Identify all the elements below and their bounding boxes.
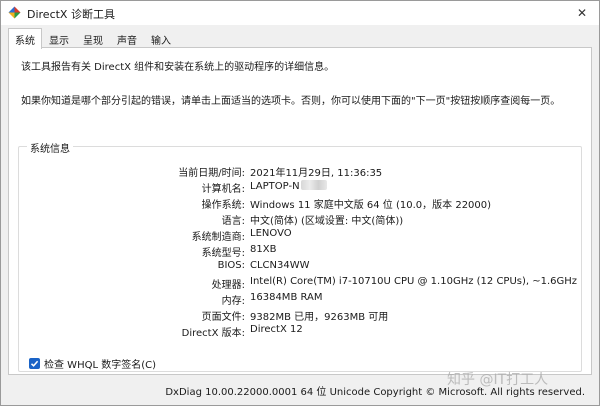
info-label: 内存:: [221, 296, 245, 307]
info-label: 操作系统:: [201, 200, 245, 211]
info-value: LAPTOP-N: [250, 181, 300, 192]
intro-text-2: 如果你知道是哪个部分引起的错误，请单击上面适当的选项卡。否则，你可以使用下面的"…: [21, 96, 561, 107]
whql-checkbox-label: 检查 WHQL 数字签名(C): [44, 359, 156, 371]
tab-system[interactable]: 系统: [8, 28, 42, 49]
info-label: 系统制造商:: [191, 232, 245, 243]
tab-render[interactable]: 呈现: [77, 31, 109, 48]
system-info-group: 系统信息 当前日期/时间: 2021年11月29日, 11:36:35 计算机名…: [18, 140, 582, 372]
system-tab-panel: 该工具报告有关 DirectX 组件和安装在系统上的驱动程序的详细信息。 如果你…: [8, 47, 592, 375]
close-icon: ✕: [576, 6, 588, 20]
info-row-model: 系统型号: 81XB: [19, 244, 579, 259]
directx-app-icon: [8, 6, 21, 19]
info-value: 中文(简体) (区域设置: 中文(简体)): [250, 216, 404, 227]
info-row-os: 操作系统: Windows 11 家庭中文版 64 位 (10.0，版本 220…: [19, 196, 579, 211]
info-value-wrap: LAPTOP-N: [250, 180, 327, 192]
close-button[interactable]: ✕: [571, 3, 593, 23]
redacted-blur: [300, 180, 327, 190]
info-row-datetime: 当前日期/时间: 2021年11月29日, 11:36:35: [19, 164, 579, 179]
info-value: 81XB: [250, 244, 277, 255]
checkbox-checked-icon[interactable]: [29, 357, 40, 369]
info-row-memory: 内存: 16384MB RAM: [19, 292, 579, 307]
info-value: CLCN34WW: [250, 260, 310, 271]
info-row-page-file: 页面文件: 9382MB 已用，9263MB 可用: [19, 308, 579, 323]
info-value: 16384MB RAM: [250, 292, 323, 303]
info-row-processor: 处理器: Intel(R) Core(TM) i7-10710U CPU @ 1…: [19, 276, 579, 291]
info-row-computer-name: 计算机名: LAPTOP-N: [19, 180, 579, 195]
info-value: Windows 11 家庭中文版 64 位 (10.0，版本 22000): [250, 200, 492, 211]
info-row-bios: BIOS: CLCN34WW: [19, 260, 579, 274]
info-row-manufacturer: 系统制造商: LENOVO: [19, 228, 579, 243]
info-label: 处理器:: [211, 280, 245, 291]
info-value: 9382MB 已用，9263MB 可用: [250, 312, 389, 323]
info-row-language: 语言: 中文(简体) (区域设置: 中文(简体)): [19, 212, 579, 227]
info-label: DirectX 版本:: [181, 328, 245, 339]
dxdiag-window: DirectX 诊断工具 ✕ 系统 显示 呈现 声音 输入 该工具报告有关 Di…: [0, 0, 600, 406]
info-label: BIOS:: [217, 260, 245, 271]
info-value: 2021年11月29日, 11:36:35: [250, 168, 383, 179]
info-label: 系统型号:: [201, 248, 245, 259]
tab-display[interactable]: 显示: [43, 31, 75, 48]
system-info-legend: 系统信息: [27, 140, 73, 155]
info-label: 计算机名:: [201, 184, 245, 195]
info-value: DirectX 12: [250, 324, 303, 335]
window-title: DirectX 诊断工具: [27, 8, 115, 21]
info-value: LENOVO: [250, 228, 292, 239]
whql-checkbox[interactable]: 检查 WHQL 数字签名(C): [29, 356, 156, 371]
title-bar[interactable]: DirectX 诊断工具 ✕: [1, 1, 599, 25]
tab-bar: 系统 显示 呈现 声音 输入: [1, 28, 599, 49]
checkmark-icon: [30, 360, 39, 367]
info-value: Intel(R) Core(TM) i7-10710U CPU @ 1.10GH…: [250, 276, 578, 287]
intro-text-1: 该工具报告有关 DirectX 组件和安装在系统上的驱动程序的详细信息。: [21, 62, 335, 73]
footer-version-copyright: DxDiag 10.00.22000.0001 64 位 Unicode Cop…: [165, 387, 585, 398]
info-label: 页面文件:: [201, 312, 245, 323]
info-row-directx-version: DirectX 版本: DirectX 12: [19, 324, 579, 339]
tab-input[interactable]: 输入: [145, 31, 177, 48]
info-label: 当前日期/时间:: [178, 168, 245, 179]
info-label: 语言:: [221, 216, 245, 227]
tab-sound[interactable]: 声音: [111, 31, 143, 48]
